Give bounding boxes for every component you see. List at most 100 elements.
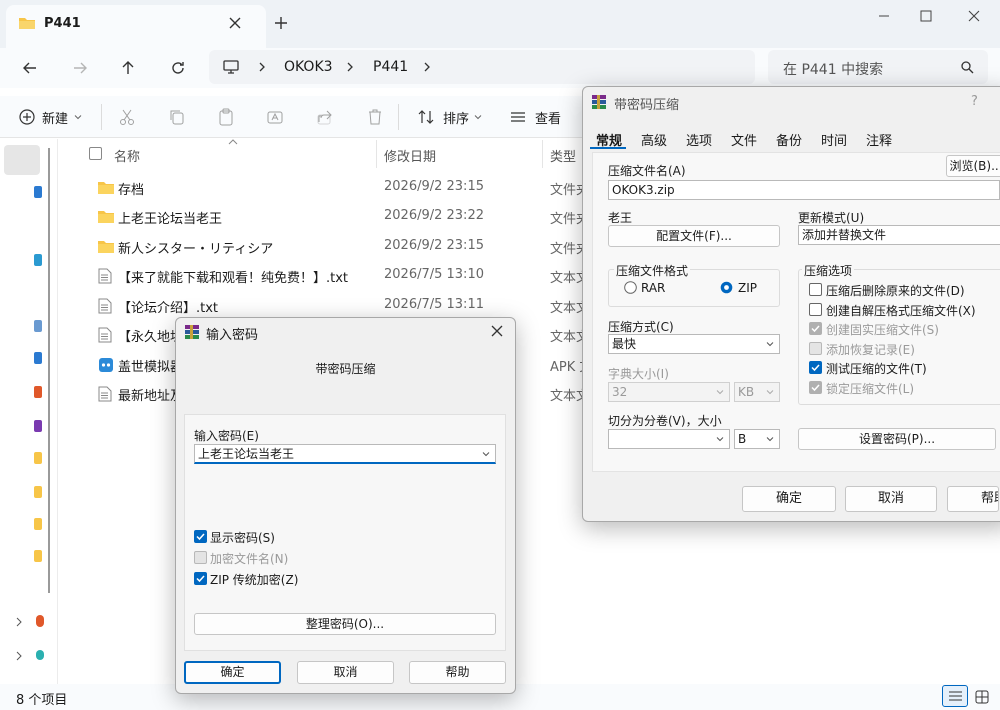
refresh-icon[interactable] (168, 58, 188, 78)
breadcrumb-okok3[interactable]: OKOK3 (284, 59, 333, 75)
cancel-button[interactable]: 取消 (845, 486, 937, 512)
split-unit-select[interactable]: B (734, 429, 780, 449)
maximize-icon[interactable] (916, 8, 936, 24)
close-icon[interactable] (490, 324, 504, 338)
nav-item-selected[interactable] (4, 145, 40, 175)
paste-icon[interactable] (216, 107, 236, 127)
breadcrumb-p441[interactable]: P441 (373, 59, 408, 75)
tab-advanced[interactable]: 高级 (641, 130, 667, 149)
set-password-button[interactable]: 设置密码(P)... (798, 428, 996, 450)
ok-button[interactable]: 确定 (742, 486, 836, 512)
new-tab-icon[interactable] (272, 14, 290, 32)
lock-archive-checkbox[interactable] (809, 381, 822, 394)
nav-item-icon[interactable] (34, 518, 42, 530)
archive-name-input[interactable]: OKOK3.zip (608, 180, 1000, 200)
new-button[interactable]: 新建 (18, 106, 82, 128)
zip-legacy-checkbox[interactable] (194, 572, 207, 585)
file-name: 【永久地址 (118, 330, 184, 345)
sort-button[interactable]: 排序 (443, 108, 469, 127)
help-button[interactable]: 帮助 (409, 661, 506, 684)
table-row[interactable]: 新人シスター・リティシア 2026/9/2 23:15 文件夹 (58, 232, 589, 261)
delete-after-checkbox[interactable] (809, 283, 822, 296)
cancel-button[interactable]: 取消 (297, 661, 394, 684)
scrollbar[interactable] (48, 148, 50, 593)
column-type[interactable]: 类型 (550, 146, 576, 165)
nav-item-icon[interactable] (34, 254, 42, 266)
sort-icon[interactable] (417, 108, 435, 126)
nav-item-icon[interactable] (34, 352, 42, 364)
ok-button[interactable]: 确定 (184, 661, 281, 684)
text-file-icon (98, 327, 112, 343)
profiles-button[interactable]: 配置文件(F)... (608, 225, 780, 247)
view-icon[interactable] (509, 108, 527, 126)
cut-icon[interactable] (117, 107, 137, 127)
update-mode-select[interactable]: 添加并替换文件 (798, 225, 1000, 245)
column-name[interactable]: 名称 (114, 146, 140, 165)
tab-backup[interactable]: 备份 (776, 130, 802, 149)
forward-icon[interactable] (70, 58, 90, 78)
password-input[interactable]: 上老王论坛当老王 (194, 444, 496, 464)
split-size-input[interactable] (608, 429, 730, 449)
tab-options[interactable]: 选项 (686, 130, 712, 149)
search-placeholder: 在 P441 中搜索 (783, 62, 884, 78)
file-date: 2026/9/2 23:22 (384, 208, 484, 223)
copy-icon[interactable] (167, 107, 187, 127)
chevron-right-icon[interactable] (14, 616, 24, 628)
share-icon[interactable] (315, 107, 335, 127)
tiles-view-icon[interactable] (972, 687, 992, 707)
browse-button[interactable]: 浏览(B)... (946, 155, 1000, 177)
nav-item-icon[interactable] (34, 420, 42, 432)
details-view-button[interactable] (942, 685, 968, 707)
tab-files[interactable]: 文件 (731, 130, 757, 149)
table-row[interactable]: 存档 2026/9/2 23:15 文件夹 (58, 173, 589, 202)
rename-icon[interactable] (265, 107, 285, 127)
chevron-down-icon (482, 452, 490, 457)
check-icon (811, 384, 820, 392)
close-tab-icon[interactable] (226, 14, 244, 32)
column-modified[interactable]: 修改日期 (384, 146, 436, 165)
chevron-right-icon[interactable] (256, 59, 268, 75)
nav-item-icon[interactable] (34, 386, 42, 398)
up-icon[interactable] (118, 58, 138, 78)
close-window-icon[interactable] (964, 8, 984, 24)
nav-item-icon[interactable] (34, 550, 42, 562)
dictionary-unit-select[interactable]: KB (734, 382, 780, 402)
dictionary-select[interactable]: 32 (608, 382, 730, 402)
sfx-checkbox[interactable] (809, 303, 822, 316)
chevron-right-icon[interactable] (14, 650, 24, 662)
table-row[interactable]: 【论坛介绍】.txt 2026/7/5 13:11 文本文 (58, 291, 589, 320)
method-select[interactable]: 最快 (608, 334, 780, 354)
recovery-record-checkbox[interactable] (809, 342, 822, 355)
nav-item-icon[interactable] (34, 186, 42, 198)
table-row[interactable]: 【来了就能下载和观看！纯免费！】.txt 2026/7/5 13:10 文本文 (58, 261, 589, 290)
tab-time[interactable]: 时间 (821, 130, 847, 149)
chevron-right-icon[interactable] (421, 59, 433, 75)
nav-item-icon[interactable] (34, 452, 42, 464)
delete-icon[interactable] (365, 107, 385, 127)
search-icon[interactable] (960, 60, 974, 74)
apk-icon (99, 358, 113, 372)
rar-radio[interactable] (624, 281, 637, 294)
zip-radio[interactable] (720, 281, 733, 294)
select-all-checkbox[interactable] (89, 147, 102, 160)
help-button[interactable]: 帮助 (947, 486, 999, 512)
chevron-down-icon (766, 342, 774, 347)
table-row[interactable]: 上老王论坛当老王 2026/9/2 23:22 文件夹 (58, 202, 589, 231)
help-icon[interactable]: ? (971, 94, 978, 109)
back-icon[interactable] (20, 58, 40, 78)
show-password-checkbox[interactable] (194, 530, 207, 543)
minimize-icon[interactable] (874, 8, 894, 24)
test-archive-checkbox[interactable] (809, 361, 822, 374)
tab-comment[interactable]: 注释 (866, 130, 892, 149)
view-button[interactable]: 查看 (535, 108, 561, 127)
nav-item-icon[interactable] (34, 320, 42, 332)
computer-icon (223, 60, 239, 74)
encrypt-names-checkbox[interactable] (194, 551, 207, 564)
organize-passwords-button[interactable]: 整理密码(O)... (194, 613, 496, 635)
chevron-right-icon[interactable] (344, 59, 356, 75)
solid-checkbox[interactable] (809, 322, 822, 335)
nav-item-icon[interactable] (36, 615, 44, 627)
divider (376, 140, 377, 168)
nav-item-icon[interactable] (34, 486, 42, 498)
nav-item-icon[interactable] (36, 650, 44, 660)
